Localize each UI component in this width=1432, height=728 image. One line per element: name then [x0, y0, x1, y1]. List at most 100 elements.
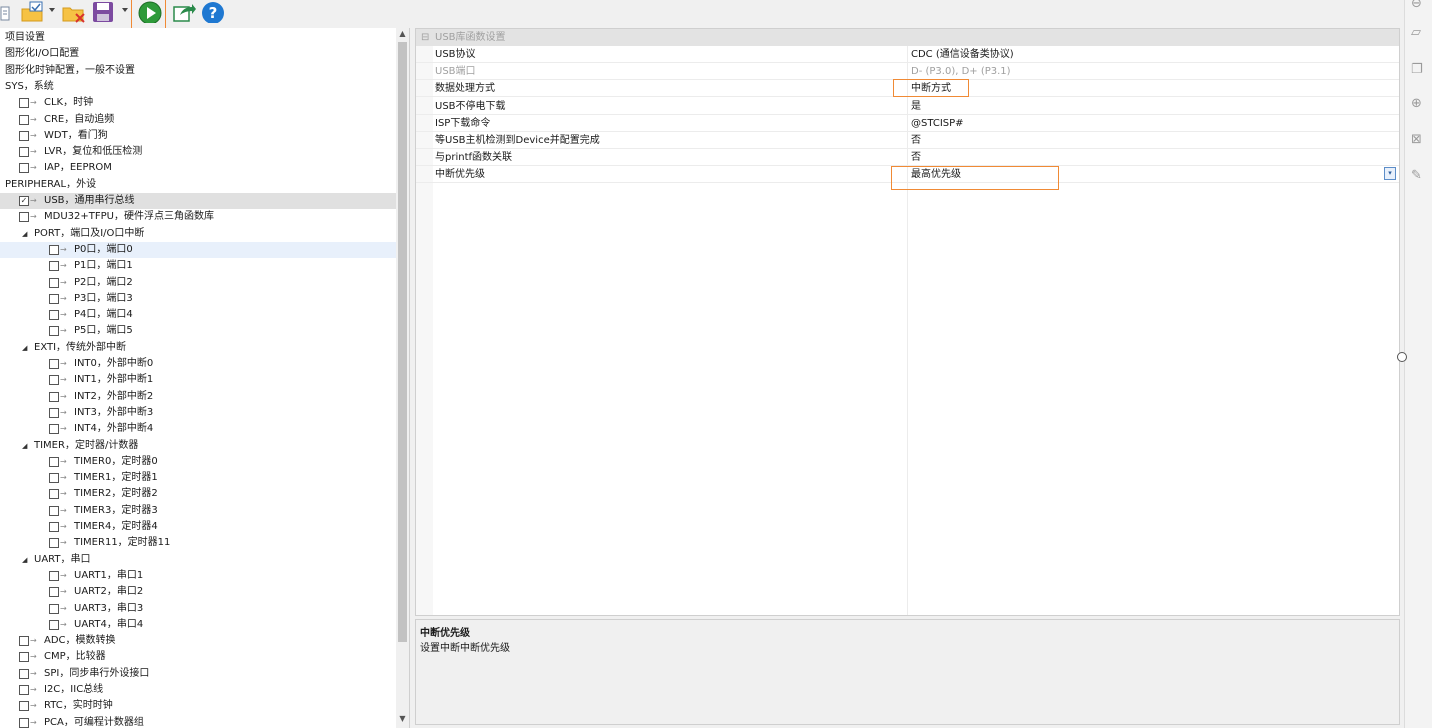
dropdown-arrow-icon[interactable]	[121, 6, 129, 28]
property-value[interactable]: CDC (通信设备类协议)	[911, 46, 1014, 63]
tree-item[interactable]: 图形化时钟配置，一般不设置	[0, 63, 396, 79]
tree-item[interactable]: → CMP，比较器	[0, 649, 396, 665]
tree-item[interactable]: → TIMER4，定时器4	[0, 519, 396, 535]
property-row[interactable]: 与printf函数关联 否	[416, 149, 1399, 167]
property-value[interactable]: 否	[911, 132, 921, 149]
tree-item-checkbox[interactable]	[19, 717, 29, 728]
tree-item[interactable]: → P2口，端口2	[0, 275, 396, 291]
open-folder-icon[interactable]	[20, 1, 46, 23]
tree-item[interactable]: → LVR，复位和低压检测	[0, 144, 396, 160]
collapse-icon[interactable]: ⊟	[421, 29, 429, 46]
tree-item[interactable]: 项目设置	[0, 30, 396, 46]
tree-item[interactable]: → INT0，外部中断0	[0, 356, 396, 372]
tree-item[interactable]: → INT1，外部中断1	[0, 372, 396, 388]
tree-item-checkbox[interactable]	[49, 326, 59, 337]
tree-item[interactable]: → CRE，自动追频	[0, 112, 396, 128]
tree-item[interactable]: → INT4，外部中断4	[0, 421, 396, 437]
tree-item-checkbox[interactable]	[49, 277, 59, 288]
scroll-down-icon[interactable]: ▼	[396, 714, 409, 723]
tree-item[interactable]: ◢ UART，串口	[0, 552, 396, 568]
tree-item[interactable]: → IAP，EEPROM	[0, 160, 396, 176]
property-row[interactable]: 等USB主机检测到Device并配置完成 否	[416, 132, 1399, 149]
tree-item-checkbox[interactable]	[49, 407, 59, 418]
tree-item[interactable]: → P3口，端口3	[0, 291, 396, 307]
grid-category-header[interactable]: ⊟ USB库函数设置	[416, 29, 1399, 46]
tree-item[interactable]: SYS，系统	[0, 79, 396, 95]
property-row[interactable]: USB协议 CDC (通信设备类协议)	[416, 46, 1399, 63]
tree-item-checkbox[interactable]	[49, 391, 59, 402]
tree-item-checkbox[interactable]	[19, 163, 29, 174]
save-icon[interactable]	[92, 1, 114, 23]
expand-arrow-icon[interactable]: ◢	[22, 552, 27, 568]
tree-item[interactable]: → P0口，端口0	[0, 241, 396, 258]
tree-item-checkbox[interactable]	[19, 685, 29, 695]
tree-item[interactable]: → INT3，外部中断3	[0, 405, 396, 421]
tree-item-checkbox[interactable]	[49, 424, 59, 435]
tree-item[interactable]: → I2C，IIC总线	[0, 682, 396, 698]
tree-item-checkbox[interactable]	[49, 244, 59, 255]
run-icon[interactable]	[138, 1, 162, 23]
tree-item-checkbox[interactable]	[19, 147, 29, 158]
tree-item-checkbox[interactable]	[49, 619, 59, 630]
tree-item[interactable]: ◢ TIMER，定时器/计数器	[0, 438, 396, 454]
tree-item[interactable]: → RTC，实时时钟	[0, 698, 396, 714]
expand-arrow-icon[interactable]: ◢	[22, 226, 27, 242]
tree-item-checkbox[interactable]	[49, 505, 59, 516]
tree-item-checkbox[interactable]	[49, 473, 59, 484]
tree-item[interactable]: → CLK，时钟	[0, 95, 396, 111]
property-row[interactable]: USB不停电下载 是	[416, 98, 1399, 115]
tree-item-checkbox[interactable]	[49, 261, 59, 272]
tree-item[interactable]: → MDU32+TFPU，硬件浮点三角函数库	[0, 209, 396, 225]
property-value[interactable]: 否	[911, 149, 921, 166]
tree-item-checkbox[interactable]	[19, 114, 29, 125]
tree-item-checkbox[interactable]	[49, 522, 59, 532]
tree-item[interactable]: → TIMER2，定时器2	[0, 486, 396, 502]
delete-folder-icon[interactable]	[61, 1, 87, 23]
tree-item[interactable]: → UART4，串口4	[0, 617, 396, 633]
property-value[interactable]: 是	[911, 98, 921, 115]
document-icon[interactable]	[0, 6, 10, 28]
expand-arrow-icon[interactable]: ◢	[22, 438, 27, 454]
property-row[interactable]: ISP下载命令 @STCISP#	[416, 115, 1399, 132]
tree-item[interactable]: 图形化I/O口配置	[0, 46, 396, 62]
tree-item[interactable]: → SPI，同步串行外设接口	[0, 666, 396, 682]
tree-item-checkbox[interactable]	[19, 652, 29, 663]
tree-item[interactable]: → TIMER11，定时器11	[0, 535, 396, 551]
tree-item-checkbox[interactable]	[49, 587, 59, 598]
export-icon[interactable]	[172, 1, 196, 23]
tree-item-checkbox[interactable]	[19, 98, 29, 109]
annotate-icon[interactable]: ✎	[1411, 168, 1422, 183]
help-icon[interactable]: ?	[201, 1, 225, 23]
tree-item-checkbox[interactable]	[19, 701, 29, 712]
tree-item-checkbox[interactable]	[19, 636, 29, 647]
property-value[interactable]: @STCISP#	[911, 115, 964, 132]
tree-item[interactable]: → TIMER3，定时器3	[0, 503, 396, 519]
tree-item-checkbox[interactable]	[49, 375, 59, 386]
tree-item[interactable]: → UART2，串口2	[0, 584, 396, 600]
tree-scrollbar[interactable]: ▲ ▼	[396, 28, 409, 728]
tree-item-checkbox[interactable]	[49, 570, 59, 581]
tree-item[interactable]: → TIMER1，定时器1	[0, 470, 396, 486]
minimize-icon[interactable]: ⊖	[1411, 0, 1422, 11]
tree-item[interactable]: → UART1，串口1	[0, 568, 396, 584]
tree-item[interactable]: → WDT，看门狗	[0, 128, 396, 144]
dropdown-arrow-icon[interactable]	[48, 6, 56, 28]
tree-item[interactable]: → P1口，端口1	[0, 258, 396, 274]
tree-item-checkbox[interactable]	[19, 668, 29, 679]
tree-item[interactable]: → P4口，端口4	[0, 307, 396, 323]
dropdown-button[interactable]: ▾	[1384, 167, 1396, 181]
tree-item[interactable]: ◢ EXTI，传统外部中断	[0, 340, 396, 356]
tree-item-checkbox[interactable]	[49, 293, 59, 304]
copy-icon[interactable]: ❐	[1411, 62, 1423, 77]
tree-item[interactable]: → ADC，模数转换	[0, 633, 396, 649]
tree-item-checkbox[interactable]	[19, 130, 29, 141]
tree-item-checkbox[interactable]	[49, 603, 59, 614]
scroll-up-icon[interactable]: ▲	[396, 29, 409, 38]
property-row[interactable]: USB端口 D- (P3.0), D+ (P3.1)	[416, 63, 1399, 81]
tree-item[interactable]: PERIPHERAL，外设	[0, 177, 396, 193]
tree-item-checkbox[interactable]	[49, 538, 59, 549]
add-icon[interactable]: ⊕	[1411, 96, 1422, 111]
tree-item[interactable]: → P5口，端口5	[0, 323, 396, 339]
property-value[interactable]: D- (P3.0), D+ (P3.1)	[911, 63, 1011, 80]
resize-handle[interactable]	[1397, 352, 1407, 362]
